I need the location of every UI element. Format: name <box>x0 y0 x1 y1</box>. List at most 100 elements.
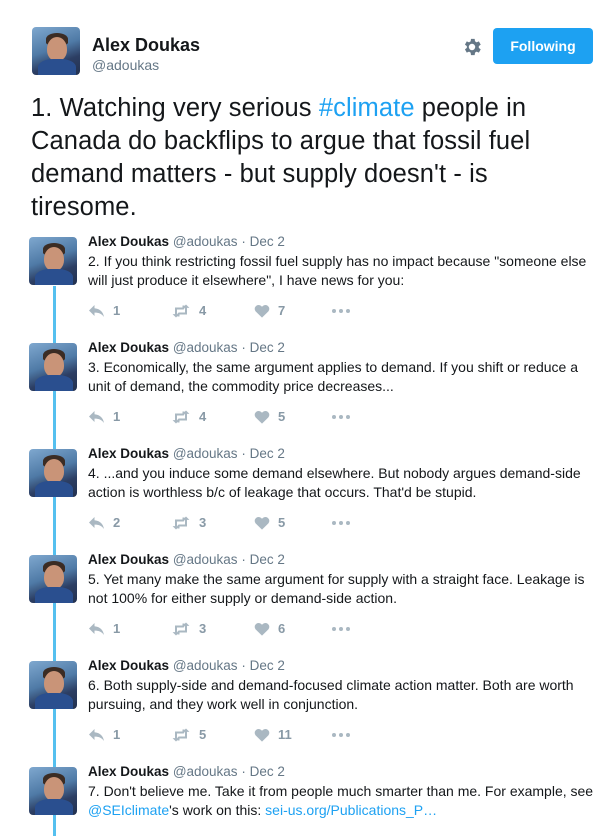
like-icon <box>254 516 270 530</box>
reply-text-middle: 's work on this: <box>169 802 266 818</box>
reply-author-handle[interactable]: @adoukas <box>173 340 238 355</box>
reply-date[interactable]: Dec 2 <box>250 234 285 249</box>
reply-header: Alex Doukas @adoukas · Dec 2 <box>88 234 285 249</box>
reply-text: 6. Both supply-side and demand-focused c… <box>88 677 574 712</box>
retweet-button[interactable]: 3 <box>171 515 206 530</box>
reply-icon <box>88 304 105 318</box>
more-icon <box>331 732 351 738</box>
reply-count: 1 <box>113 409 121 424</box>
retweet-icon <box>171 410 191 424</box>
reply-separator: · <box>241 446 246 461</box>
like-count: 11 <box>278 727 292 742</box>
more-icon <box>331 414 351 420</box>
more-button[interactable] <box>331 732 351 738</box>
reply-button[interactable]: 1 <box>88 409 120 424</box>
more-icon <box>331 626 351 632</box>
reply-count: 1 <box>113 303 121 318</box>
reply-text: 3. Economically, the same argument appli… <box>88 359 578 394</box>
reply-author-handle[interactable]: @adoukas <box>173 234 238 249</box>
reply-header: Alex Doukas @adoukas · Dec 2 <box>88 552 285 567</box>
reply-text: 7. Don't believe me. Take it from people… <box>88 782 600 820</box>
reply-button[interactable]: 1 <box>88 621 120 636</box>
like-button[interactable]: 5 <box>254 409 285 424</box>
hashtag-link[interactable]: #climate <box>319 94 415 122</box>
reply-date[interactable]: Dec 2 <box>250 446 285 461</box>
reply-header: Alex Doukas @adoukas · Dec 2 <box>88 340 285 355</box>
like-button[interactable]: 7 <box>254 303 285 318</box>
like-button[interactable]: 11 <box>254 727 292 742</box>
reply-avatar[interactable] <box>29 661 77 709</box>
reply-avatar[interactable] <box>29 343 77 391</box>
reply-author-handle[interactable]: @adoukas <box>173 658 238 673</box>
like-icon <box>254 728 270 742</box>
reply-date[interactable]: Dec 2 <box>250 552 285 567</box>
reply-avatar[interactable] <box>29 449 77 497</box>
reply-count: 1 <box>113 727 121 742</box>
like-button[interactable]: 5 <box>254 515 285 530</box>
reply-author-name[interactable]: Alex Doukas <box>88 658 169 673</box>
reply-author-name[interactable]: Alex Doukas <box>88 446 169 461</box>
reply-separator: · <box>241 340 246 355</box>
retweet-icon <box>171 622 191 636</box>
retweet-button[interactable]: 4 <box>171 409 206 424</box>
reply-date[interactable]: Dec 2 <box>250 764 285 779</box>
like-count: 5 <box>278 409 286 424</box>
reply-icon <box>88 728 105 742</box>
following-button[interactable]: Following <box>493 28 593 64</box>
reply-icon <box>88 516 105 530</box>
reply-separator: · <box>241 764 246 779</box>
more-button[interactable] <box>331 414 351 420</box>
reply-date[interactable]: Dec 2 <box>250 340 285 355</box>
reply-avatar[interactable] <box>29 555 77 603</box>
gear-icon[interactable] <box>461 36 483 58</box>
reply-author-name[interactable]: Alex Doukas <box>88 552 169 567</box>
retweet-button[interactable]: 5 <box>171 727 206 742</box>
reply-separator: · <box>241 552 246 567</box>
reply-text: 4. ...and you induce some demand elsewhe… <box>88 465 581 500</box>
reply-author-name[interactable]: Alex Doukas <box>88 340 169 355</box>
retweet-icon <box>171 304 191 318</box>
reply-date[interactable]: Dec 2 <box>250 658 285 673</box>
reply-text-before: 7. Don't believe me. Take it from people… <box>88 783 594 799</box>
reply-button[interactable]: 1 <box>88 727 120 742</box>
reply-button[interactable]: 1 <box>88 303 120 318</box>
author-name[interactable]: Alex Doukas <box>92 35 200 56</box>
reply-header: Alex Doukas @adoukas · Dec 2 <box>88 658 285 673</box>
retweet-count: 5 <box>199 727 207 742</box>
reply-author-handle[interactable]: @adoukas <box>173 446 238 461</box>
retweet-button[interactable]: 3 <box>171 621 206 636</box>
reply-icon <box>88 410 105 424</box>
reply-header: Alex Doukas @adoukas · Dec 2 <box>88 764 285 779</box>
like-count: 5 <box>278 515 286 530</box>
reply-separator: · <box>241 234 246 249</box>
more-icon <box>331 308 351 314</box>
retweet-icon <box>171 728 191 742</box>
reply-author-name[interactable]: Alex Doukas <box>88 234 169 249</box>
like-icon <box>254 410 270 424</box>
retweet-count: 4 <box>199 303 207 318</box>
retweet-button[interactable]: 4 <box>171 303 206 318</box>
main-tweet-text: 1. Watching very serious #climate people… <box>31 92 591 224</box>
reply-author-handle[interactable]: @adoukas <box>173 764 238 779</box>
reply-button[interactable]: 2 <box>88 515 120 530</box>
more-button[interactable] <box>331 626 351 632</box>
like-count: 6 <box>278 621 286 636</box>
reply-avatar[interactable] <box>29 237 77 285</box>
more-button[interactable] <box>331 308 351 314</box>
mention-link[interactable]: @SEIclimate <box>88 802 169 818</box>
like-icon <box>254 304 270 318</box>
retweet-count: 4 <box>199 409 207 424</box>
reply-separator: · <box>241 658 246 673</box>
reply-icon <box>88 622 105 636</box>
reply-avatar[interactable] <box>29 767 77 815</box>
reply-count: 1 <box>113 621 121 636</box>
reply-header: Alex Doukas @adoukas · Dec 2 <box>88 446 285 461</box>
reply-author-handle[interactable]: @adoukas <box>173 552 238 567</box>
more-button[interactable] <box>331 520 351 526</box>
like-count: 7 <box>278 303 286 318</box>
author-avatar[interactable] <box>32 27 80 75</box>
url-link[interactable]: sei-us.org/Publications_P… <box>265 802 437 818</box>
like-button[interactable]: 6 <box>254 621 285 636</box>
author-handle[interactable]: @adoukas <box>92 57 159 73</box>
reply-author-name[interactable]: Alex Doukas <box>88 764 169 779</box>
